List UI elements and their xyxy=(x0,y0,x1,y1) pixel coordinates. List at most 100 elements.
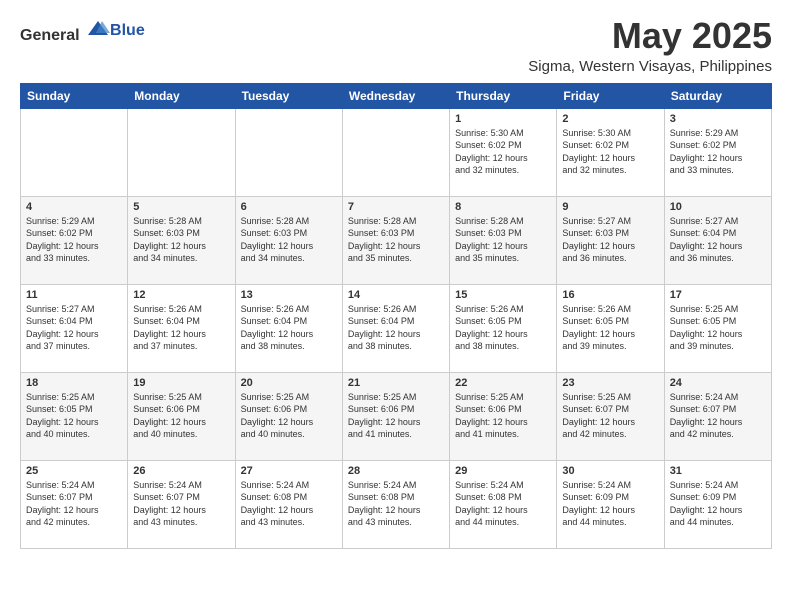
page-container: General Blue May 2025 Sigma, Western Vis… xyxy=(20,16,772,549)
day-number: 19 xyxy=(133,377,229,389)
calendar-cell: 18 Sunrise: 5:25 AM Sunset: 6:05 PM Dayli… xyxy=(21,372,128,460)
day-info: Sunrise: 5:28 AM Sunset: 6:03 PM Dayligh… xyxy=(133,215,229,265)
day-number: 17 xyxy=(670,289,766,301)
calendar-cell xyxy=(128,108,235,196)
day-info: Sunrise: 5:24 AM Sunset: 6:08 PM Dayligh… xyxy=(348,479,444,529)
calendar-header-sunday: Sunday xyxy=(21,83,128,108)
day-info: Sunrise: 5:24 AM Sunset: 6:09 PM Dayligh… xyxy=(670,479,766,529)
day-number: 27 xyxy=(241,465,337,477)
calendar-cell: 4 Sunrise: 5:29 AM Sunset: 6:02 PM Daylig… xyxy=(21,196,128,284)
day-info: Sunrise: 5:24 AM Sunset: 6:07 PM Dayligh… xyxy=(133,479,229,529)
day-number: 12 xyxy=(133,289,229,301)
calendar-cell: 24 Sunrise: 5:24 AM Sunset: 6:07 PM Dayli… xyxy=(664,372,771,460)
calendar-cell: 22Sunrise: 5:25 AM Sunset: 6:06 PM Dayli… xyxy=(450,372,557,460)
calendar-cell: 30Sunrise: 5:24 AM Sunset: 6:09 PM Dayli… xyxy=(557,460,664,548)
day-info: Sunrise: 5:26 AM Sunset: 6:05 PM Dayligh… xyxy=(455,303,551,353)
calendar-cell: 12 Sunrise: 5:26 AM Sunset: 6:04 PM Dayli… xyxy=(128,284,235,372)
calendar-week-row: 11Sunrise: 5:27 AM Sunset: 6:04 PM Dayli… xyxy=(21,284,772,372)
day-info: Sunrise: 5:29 AM Sunset: 6:02 PM Dayligh… xyxy=(26,215,122,265)
calendar-cell: 23Sunrise: 5:25 AM Sunset: 6:07 PM Dayli… xyxy=(557,372,664,460)
calendar-cell: 13Sunrise: 5:26 AM Sunset: 6:04 PM Dayli… xyxy=(235,284,342,372)
calendar-cell: 27 Sunrise: 5:24 AM Sunset: 6:08 PM Dayli… xyxy=(235,460,342,548)
logo-icon xyxy=(86,16,110,40)
day-number: 20 xyxy=(241,377,337,389)
calendar-header-thursday: Thursday xyxy=(450,83,557,108)
calendar-cell: 28 Sunrise: 5:24 AM Sunset: 6:08 PM Dayli… xyxy=(342,460,449,548)
calendar-cell: 31 Sunrise: 5:24 AM Sunset: 6:09 PM Dayli… xyxy=(664,460,771,548)
calendar-cell: 1 Sunrise: 5:30 AM Sunset: 6:02 PM Daylig… xyxy=(450,108,557,196)
calendar-cell: 8Sunrise: 5:28 AM Sunset: 6:03 PM Daylig… xyxy=(450,196,557,284)
day-info: Sunrise: 5:25 AM Sunset: 6:06 PM Dayligh… xyxy=(133,391,229,441)
day-number: 25 xyxy=(26,465,122,477)
calendar-cell: 17 Sunrise: 5:25 AM Sunset: 6:05 PM Dayli… xyxy=(664,284,771,372)
day-info: Sunrise: 5:25 AM Sunset: 6:06 PM Dayligh… xyxy=(348,391,444,441)
day-number: 6 xyxy=(241,201,337,213)
calendar-cell: 25 Sunrise: 5:24 AM Sunset: 6:07 PM Dayli… xyxy=(21,460,128,548)
day-number: 23 xyxy=(562,377,658,389)
calendar-header-friday: Friday xyxy=(557,83,664,108)
location-title: Sigma, Western Visayas, Philippines xyxy=(528,58,772,75)
day-number: 26 xyxy=(133,465,229,477)
calendar-table: SundayMondayTuesdayWednesdayThursdayFrid… xyxy=(20,83,772,549)
day-info: Sunrise: 5:30 AM Sunset: 6:02 PM Dayligh… xyxy=(455,127,551,177)
calendar-cell: 9Sunrise: 5:27 AM Sunset: 6:03 PM Daylig… xyxy=(557,196,664,284)
calendar-cell: 11Sunrise: 5:27 AM Sunset: 6:04 PM Dayli… xyxy=(21,284,128,372)
day-number: 21 xyxy=(348,377,444,389)
day-info: Sunrise: 5:30 AM Sunset: 6:02 PM Dayligh… xyxy=(562,127,658,177)
calendar-week-row: 18 Sunrise: 5:25 AM Sunset: 6:05 PM Dayli… xyxy=(21,372,772,460)
calendar-header-saturday: Saturday xyxy=(664,83,771,108)
calendar-header-tuesday: Tuesday xyxy=(235,83,342,108)
calendar-cell: 15 Sunrise: 5:26 AM Sunset: 6:05 PM Dayli… xyxy=(450,284,557,372)
calendar-cell: 21 Sunrise: 5:25 AM Sunset: 6:06 PM Dayli… xyxy=(342,372,449,460)
calendar-cell: 19 Sunrise: 5:25 AM Sunset: 6:06 PM Dayli… xyxy=(128,372,235,460)
day-number: 24 xyxy=(670,377,766,389)
day-info: Sunrise: 5:24 AM Sunset: 6:07 PM Dayligh… xyxy=(670,391,766,441)
day-info: Sunrise: 5:24 AM Sunset: 6:08 PM Dayligh… xyxy=(241,479,337,529)
calendar-cell: 14 Sunrise: 5:26 AM Sunset: 6:04 PM Dayli… xyxy=(342,284,449,372)
calendar-cell xyxy=(21,108,128,196)
day-number: 13 xyxy=(241,289,337,301)
logo-general-text: General xyxy=(20,27,80,44)
calendar-week-row: 1 Sunrise: 5:30 AM Sunset: 6:02 PM Daylig… xyxy=(21,108,772,196)
day-number: 31 xyxy=(670,465,766,477)
calendar-cell: 6 Sunrise: 5:28 AM Sunset: 6:03 PM Daylig… xyxy=(235,196,342,284)
day-number: 10 xyxy=(670,201,766,213)
calendar-header-row: SundayMondayTuesdayWednesdayThursdayFrid… xyxy=(21,83,772,108)
day-number: 16 xyxy=(562,289,658,301)
day-info: Sunrise: 5:24 AM Sunset: 6:08 PM Dayligh… xyxy=(455,479,551,529)
calendar-cell xyxy=(235,108,342,196)
day-number: 2 xyxy=(562,113,658,125)
calendar-header-monday: Monday xyxy=(128,83,235,108)
day-info: Sunrise: 5:25 AM Sunset: 6:05 PM Dayligh… xyxy=(670,303,766,353)
day-info: Sunrise: 5:24 AM Sunset: 6:09 PM Dayligh… xyxy=(562,479,658,529)
calendar-cell: 2 Sunrise: 5:30 AM Sunset: 6:02 PM Daylig… xyxy=(557,108,664,196)
day-info: Sunrise: 5:28 AM Sunset: 6:03 PM Dayligh… xyxy=(241,215,337,265)
logo: General Blue xyxy=(20,16,145,45)
day-info: Sunrise: 5:27 AM Sunset: 6:04 PM Dayligh… xyxy=(670,215,766,265)
day-info: Sunrise: 5:28 AM Sunset: 6:03 PM Dayligh… xyxy=(348,215,444,265)
header: General Blue May 2025 Sigma, Western Vis… xyxy=(20,16,772,75)
calendar-cell: 10 Sunrise: 5:27 AM Sunset: 6:04 PM Dayli… xyxy=(664,196,771,284)
title-block: May 2025 Sigma, Western Visayas, Philipp… xyxy=(528,16,772,75)
day-number: 28 xyxy=(348,465,444,477)
day-info: Sunrise: 5:26 AM Sunset: 6:04 PM Dayligh… xyxy=(133,303,229,353)
day-info: Sunrise: 5:24 AM Sunset: 6:07 PM Dayligh… xyxy=(26,479,122,529)
day-number: 18 xyxy=(26,377,122,389)
day-number: 1 xyxy=(455,113,551,125)
calendar-cell: 3 Sunrise: 5:29 AM Sunset: 6:02 PM Daylig… xyxy=(664,108,771,196)
day-info: Sunrise: 5:25 AM Sunset: 6:06 PM Dayligh… xyxy=(455,391,551,441)
day-info: Sunrise: 5:26 AM Sunset: 6:05 PM Dayligh… xyxy=(562,303,658,353)
day-info: Sunrise: 5:29 AM Sunset: 6:02 PM Dayligh… xyxy=(670,127,766,177)
calendar-cell: 7Sunrise: 5:28 AM Sunset: 6:03 PM Daylig… xyxy=(342,196,449,284)
calendar-cell xyxy=(342,108,449,196)
day-number: 14 xyxy=(348,289,444,301)
day-info: Sunrise: 5:26 AM Sunset: 6:04 PM Dayligh… xyxy=(348,303,444,353)
day-info: Sunrise: 5:25 AM Sunset: 6:05 PM Dayligh… xyxy=(26,391,122,441)
day-number: 29 xyxy=(455,465,551,477)
day-number: 4 xyxy=(26,201,122,213)
calendar-cell: 26 Sunrise: 5:24 AM Sunset: 6:07 PM Dayli… xyxy=(128,460,235,548)
calendar-cell: 16 Sunrise: 5:26 AM Sunset: 6:05 PM Dayli… xyxy=(557,284,664,372)
calendar-week-row: 4 Sunrise: 5:29 AM Sunset: 6:02 PM Daylig… xyxy=(21,196,772,284)
day-number: 3 xyxy=(670,113,766,125)
day-number: 15 xyxy=(455,289,551,301)
